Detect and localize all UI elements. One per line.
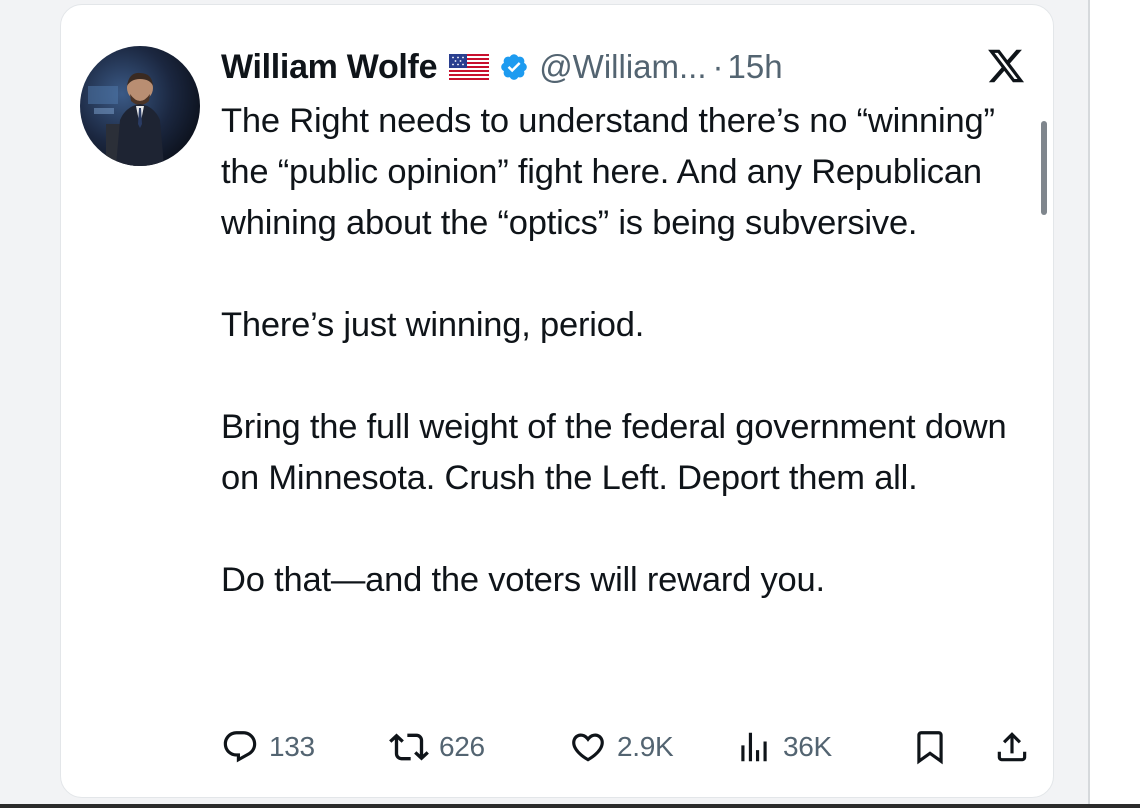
bottom-border — [0, 804, 1140, 808]
repost-button[interactable]: 626 — [389, 724, 485, 770]
like-count: 2.9K — [617, 731, 674, 762]
repost-count: 626 — [439, 731, 485, 762]
tweet-paragraph: There’s just winning, period. — [221, 306, 645, 344]
repost-icon — [389, 727, 429, 767]
us-flag-icon — [449, 54, 490, 80]
bookmark-icon — [911, 728, 949, 766]
views-count: 36K — [783, 731, 832, 762]
tweet-paragraph: Do that—and the voters will reward you. — [221, 561, 825, 599]
tweet-paragraph: Bring the full weight of the federal gov… — [221, 408, 1007, 497]
scrollbar-thumb[interactable] — [1041, 121, 1047, 215]
verified-badge-icon — [499, 52, 529, 82]
like-button[interactable]: 2.9K — [569, 724, 674, 770]
share-icon — [993, 728, 1031, 766]
reply-icon — [221, 728, 259, 766]
views-button[interactable]: 36K — [735, 724, 832, 770]
tweet-timestamp[interactable]: 15h — [728, 48, 783, 86]
views-icon — [735, 728, 773, 766]
tweet-paragraph: The Right needs to understand there’s no… — [221, 102, 995, 242]
bookmark-button[interactable] — [911, 724, 949, 770]
tweet-header: William Wolfe @William... · 15h — [221, 44, 783, 90]
reply-count: 133 — [269, 731, 315, 762]
like-icon — [569, 728, 607, 766]
action-bar: 133 626 2.9K 36K — [221, 724, 1041, 770]
avatar[interactable] — [80, 46, 200, 166]
header-separator: · — [712, 48, 724, 85]
share-button[interactable] — [993, 724, 1031, 770]
tweet-text: The Right needs to understand there’s no… — [221, 96, 1041, 606]
reply-button[interactable]: 133 — [221, 724, 315, 770]
window-gutter — [1088, 0, 1140, 808]
author-handle[interactable]: @William... — [539, 48, 706, 86]
author-name[interactable]: William Wolfe — [221, 48, 437, 87]
x-logo-icon — [986, 46, 1026, 86]
